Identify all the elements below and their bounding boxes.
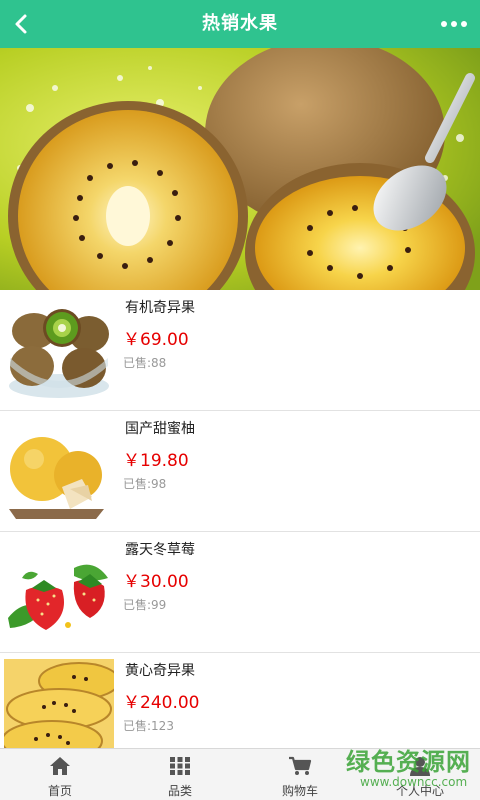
product-sold-count: 已售:88 bbox=[123, 356, 167, 370]
cart-icon bbox=[289, 756, 312, 775]
grid-icon bbox=[170, 757, 190, 775]
product-price: ￥19.80 bbox=[123, 451, 189, 471]
product-price: ￥240.00 bbox=[123, 693, 200, 713]
more-dots-icon[interactable] bbox=[440, 18, 468, 30]
product-name: 黄心奇异果 bbox=[125, 663, 195, 679]
home-icon bbox=[50, 757, 70, 775]
tab-label: 首页 bbox=[47, 784, 72, 798]
product-name: 露天冬草莓 bbox=[125, 542, 195, 558]
product-name: 国产甜蜜柚 bbox=[125, 421, 195, 437]
pomelo-image bbox=[4, 417, 114, 525]
product-sold-count: 已售:99 bbox=[123, 598, 167, 612]
tab-profile[interactable]: 个人中心 bbox=[360, 749, 480, 800]
product-sold-count: 已售:123 bbox=[123, 719, 174, 733]
tab-label: 购物车 bbox=[281, 784, 318, 798]
bottom-tab-bar: 首页 品类 购物车 个人中心 bbox=[0, 748, 480, 800]
product-name: 有机奇异果 bbox=[125, 300, 195, 316]
product-price: ￥69.00 bbox=[123, 330, 189, 350]
product-item[interactable]: 有机奇异果 ￥69.00 已售:88 bbox=[0, 290, 480, 411]
strawberry-image bbox=[4, 538, 114, 646]
kiwi-bowl-image bbox=[4, 296, 114, 404]
app-header: 热销水果 bbox=[0, 0, 480, 48]
product-item[interactable]: 国产甜蜜柚 ￥19.80 已售:98 bbox=[0, 411, 480, 532]
kiwi-banner-image bbox=[0, 48, 480, 290]
kiwi-banner[interactable] bbox=[0, 48, 480, 290]
product-sold-count: 已售:98 bbox=[123, 477, 167, 491]
tab-label: 个人中心 bbox=[395, 784, 444, 798]
tab-label: 品类 bbox=[167, 784, 192, 798]
product-list: 有机奇异果 ￥69.00 已售:88 国产甜蜜柚 ￥19.80 已售:98 露天… bbox=[0, 290, 480, 774]
product-price: ￥30.00 bbox=[123, 572, 189, 592]
tab-home[interactable]: 首页 bbox=[0, 749, 120, 800]
tab-cart[interactable]: 购物车 bbox=[240, 749, 360, 800]
page-title: 热销水果 bbox=[202, 13, 278, 34]
tab-category[interactable]: 品类 bbox=[120, 749, 240, 800]
product-item[interactable]: 露天冬草莓 ￥30.00 已售:99 bbox=[0, 532, 480, 653]
user-icon bbox=[410, 757, 430, 776]
